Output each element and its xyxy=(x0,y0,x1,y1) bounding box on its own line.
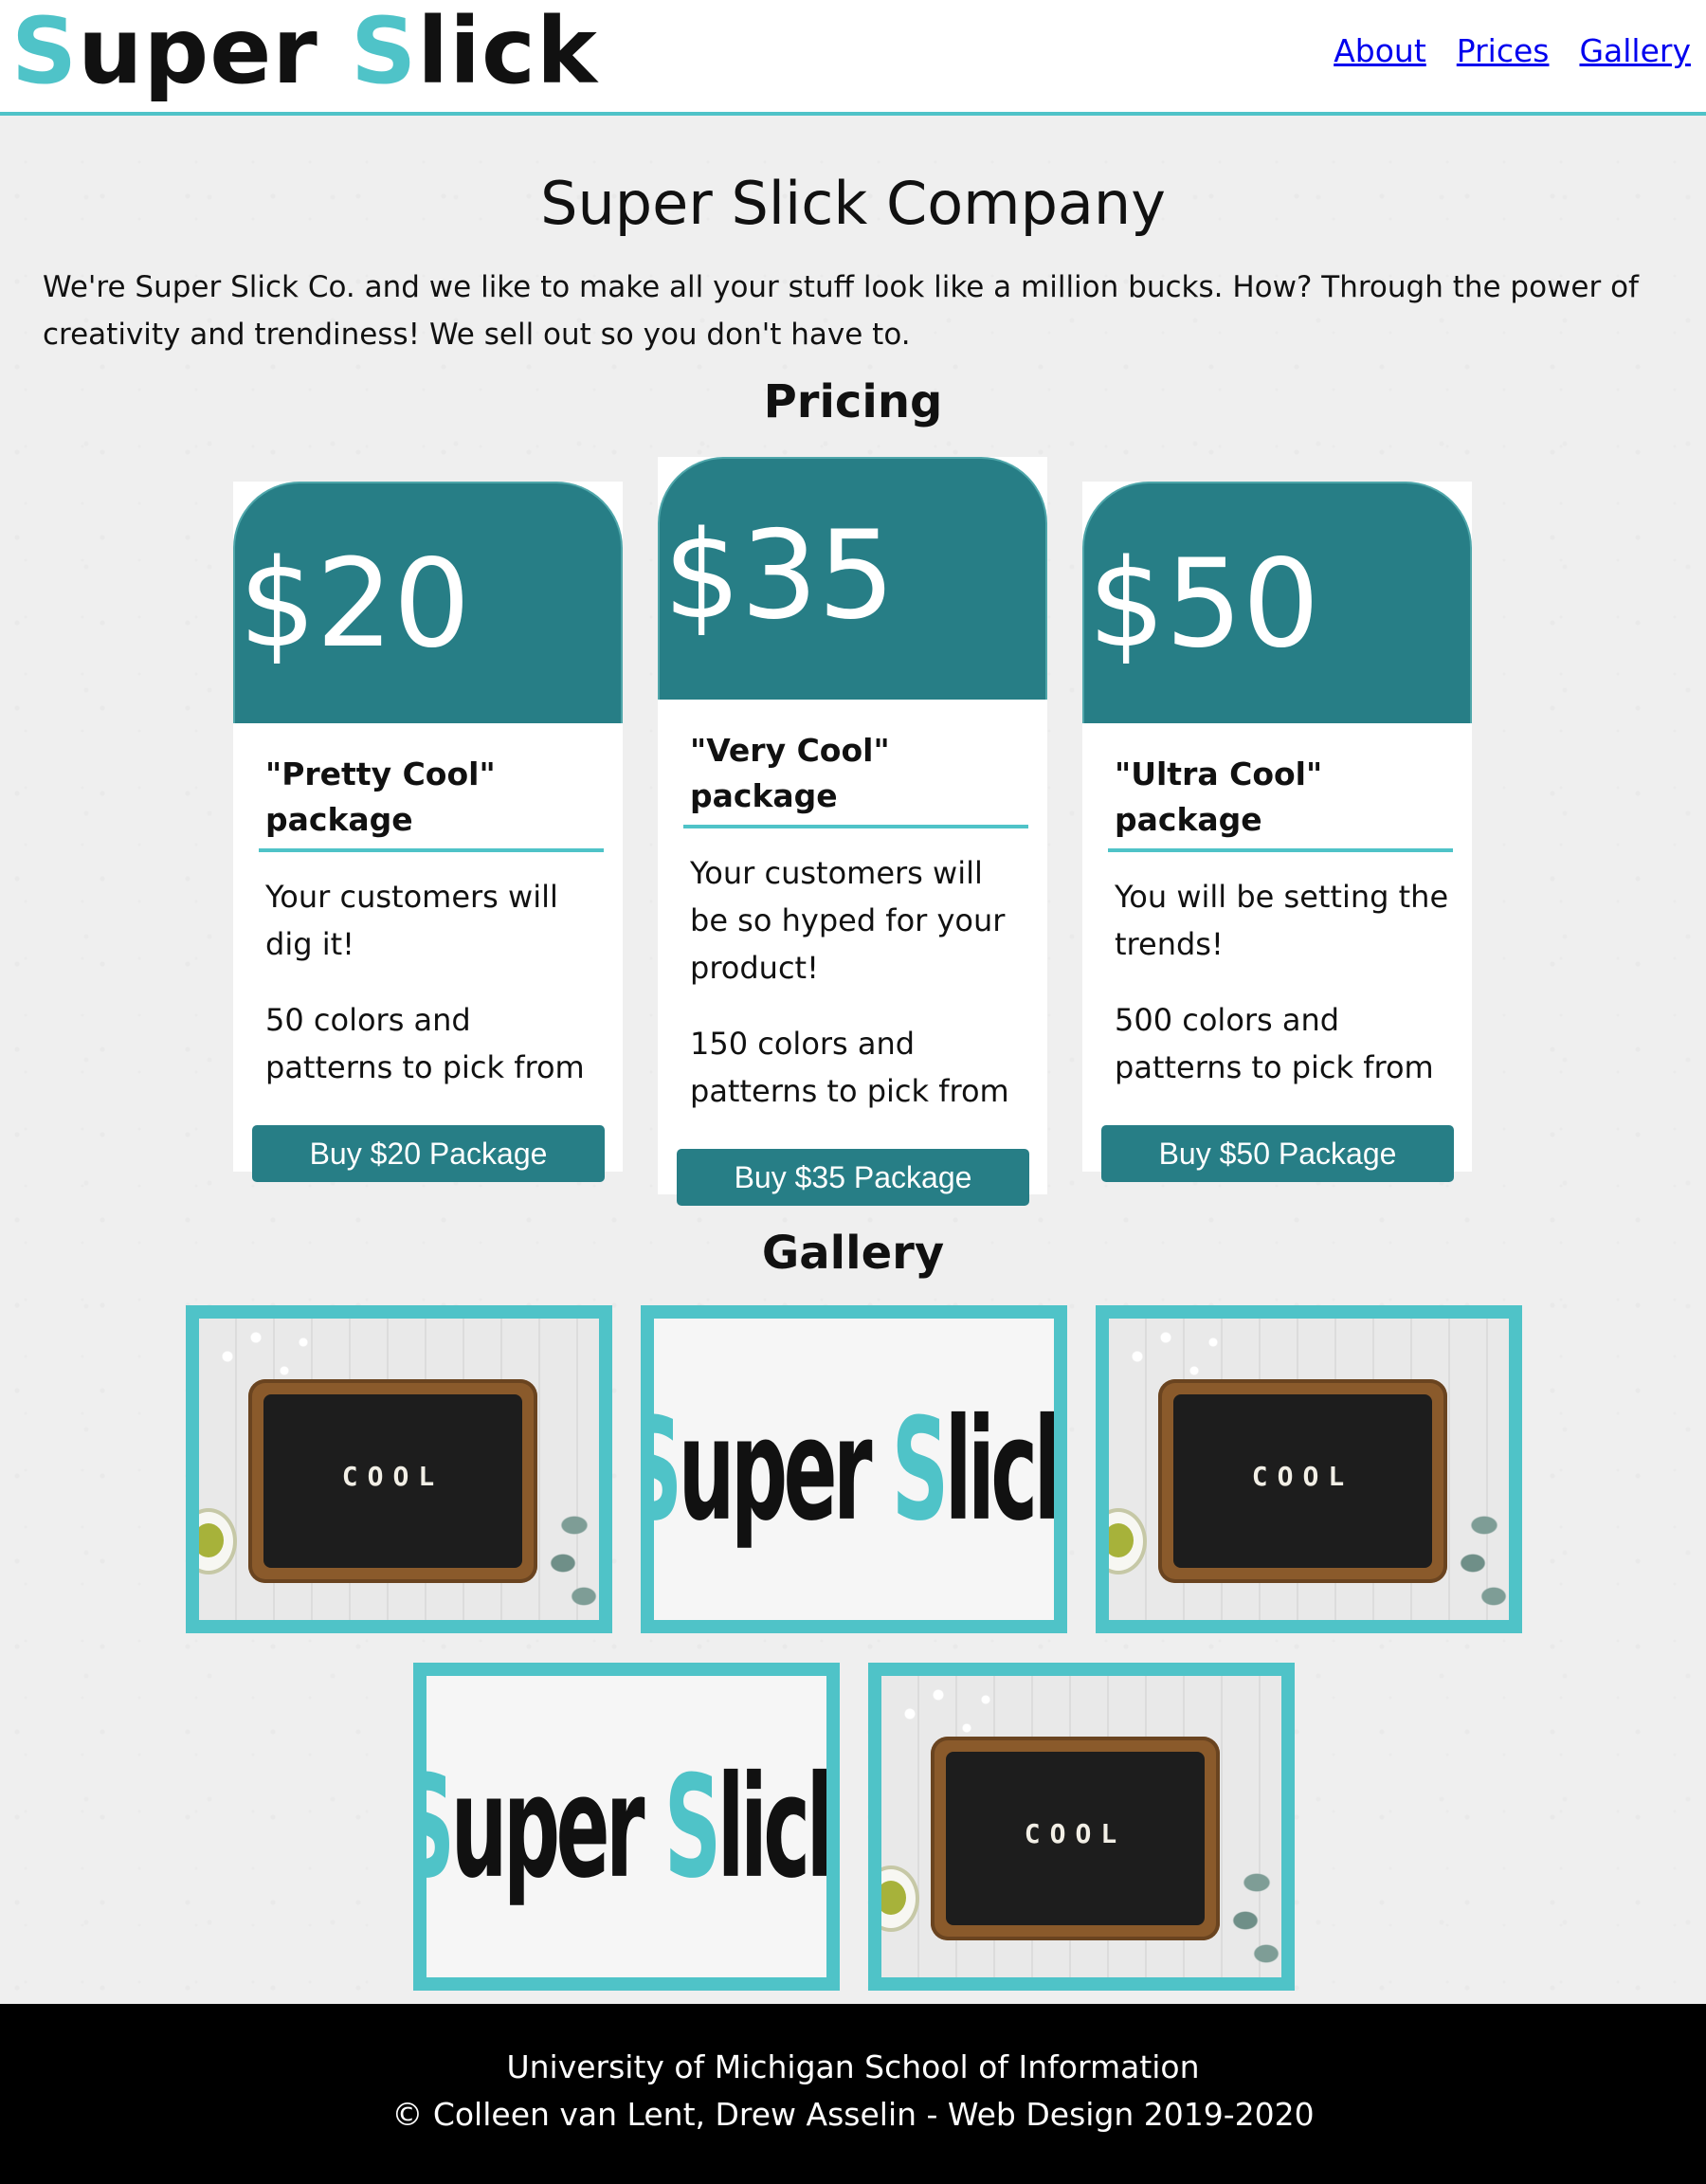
chalkboard-photo: COOL xyxy=(199,1319,599,1620)
logo-large: Super Slick xyxy=(426,1744,826,1909)
buy-35-button[interactable]: Buy $35 Package xyxy=(677,1149,1029,1206)
page-title: Super Slick Company xyxy=(540,169,1166,238)
logo-text2: lick xyxy=(417,0,598,104)
gallery-image-chalkboard[interactable]: COOL xyxy=(186,1305,612,1633)
package-description: You will be setting the trends! xyxy=(1115,879,1449,962)
chalkboard: COOL xyxy=(931,1737,1220,1940)
package-features: 500 colors and patterns to pick from xyxy=(1115,1002,1434,1085)
tea-cup xyxy=(881,1866,919,1932)
nav-link-about[interactable]: About xyxy=(1334,32,1426,69)
gallery-image-logo[interactable]: Super Slick xyxy=(413,1663,840,1991)
package-features: 150 colors and patterns to pick from xyxy=(690,1026,1009,1109)
chalkboard: COOL xyxy=(1158,1379,1447,1583)
package-name: "Pretty Cool" package xyxy=(259,752,604,852)
chalkboard: COOL xyxy=(248,1379,537,1583)
price-value: $20 xyxy=(239,534,471,675)
intro-text: We're Super Slick Co. and we like to mak… xyxy=(43,270,1639,352)
logo[interactable]: Super Slick xyxy=(11,4,598,99)
chalkboard-photo: COOL xyxy=(881,1676,1281,1977)
package-description: Your customers will dig it! xyxy=(265,879,558,962)
card-body: "Ultra Cool" package You will be setting… xyxy=(1082,723,1472,1220)
main-nav: About Prices Gallery xyxy=(1334,32,1691,69)
nav-link-gallery[interactable]: Gallery xyxy=(1579,32,1691,69)
pricing-card-20: $20 "Pretty Cool" package Your customers… xyxy=(233,482,623,1182)
leaves-decoration xyxy=(1228,1864,1281,1977)
package-name: "Ultra Cool" package xyxy=(1108,752,1453,852)
logo-photo: Super Slick xyxy=(654,1319,1054,1620)
logo-large: Super Slick xyxy=(654,1387,1054,1552)
card-body: "Pretty Cool" package Your customers wil… xyxy=(233,723,623,1220)
site-header: Super Slick About Prices Gallery xyxy=(0,0,1706,116)
chalkboard-word: COOL xyxy=(341,1461,445,1492)
price-value: $35 xyxy=(663,505,896,646)
logo-letter-s: S xyxy=(11,0,79,104)
chalkboard-word: COOL xyxy=(1251,1461,1354,1492)
pricing-heading: Pricing xyxy=(763,375,943,428)
price-header: $35 xyxy=(658,457,1047,700)
leaves-decoration xyxy=(1456,1506,1509,1620)
footer-line-1: University of Michigan School of Informa… xyxy=(506,2048,1200,2085)
buy-20-button[interactable]: Buy $20 Package xyxy=(252,1125,605,1182)
pricing-card-50: $50 "Ultra Cool" package You will be set… xyxy=(1082,482,1472,1182)
site-footer: University of Michigan School of Informa… xyxy=(0,2004,1706,2184)
gallery-image-chalkboard[interactable]: COOL xyxy=(868,1663,1295,1991)
buy-50-button[interactable]: Buy $50 Package xyxy=(1101,1125,1454,1182)
price-value: $50 xyxy=(1088,534,1320,675)
tea-cup xyxy=(199,1508,237,1574)
gallery-image-logo[interactable]: Super Slick xyxy=(641,1305,1067,1633)
price-header: $20 xyxy=(233,482,623,723)
tea-cup xyxy=(1109,1508,1147,1574)
nav-link-prices[interactable]: Prices xyxy=(1457,32,1550,69)
chalkboard-photo: COOL xyxy=(1109,1319,1509,1620)
gallery-image-chalkboard[interactable]: COOL xyxy=(1096,1305,1522,1633)
package-name: "Very Cool" package xyxy=(683,728,1028,828)
logo-letter-s2: S xyxy=(351,0,418,104)
logo-photo: Super Slick xyxy=(426,1676,826,1977)
price-header: $50 xyxy=(1082,482,1472,723)
leaves-decoration xyxy=(546,1506,599,1620)
chalkboard-word: COOL xyxy=(1024,1818,1127,1849)
package-features: 50 colors and patterns to pick from xyxy=(265,1002,585,1085)
logo-text: uper xyxy=(78,0,352,104)
footer-line-2: © Colleen van Lent, Drew Asselin - Web D… xyxy=(391,2096,1315,2133)
card-body: "Very Cool" package Your customers will … xyxy=(658,700,1047,1244)
package-description: Your customers will be so hyped for your… xyxy=(690,855,1006,986)
gallery-heading: Gallery xyxy=(761,1227,945,1280)
pricing-card-35: $35 "Very Cool" package Your customers w… xyxy=(658,457,1047,1206)
